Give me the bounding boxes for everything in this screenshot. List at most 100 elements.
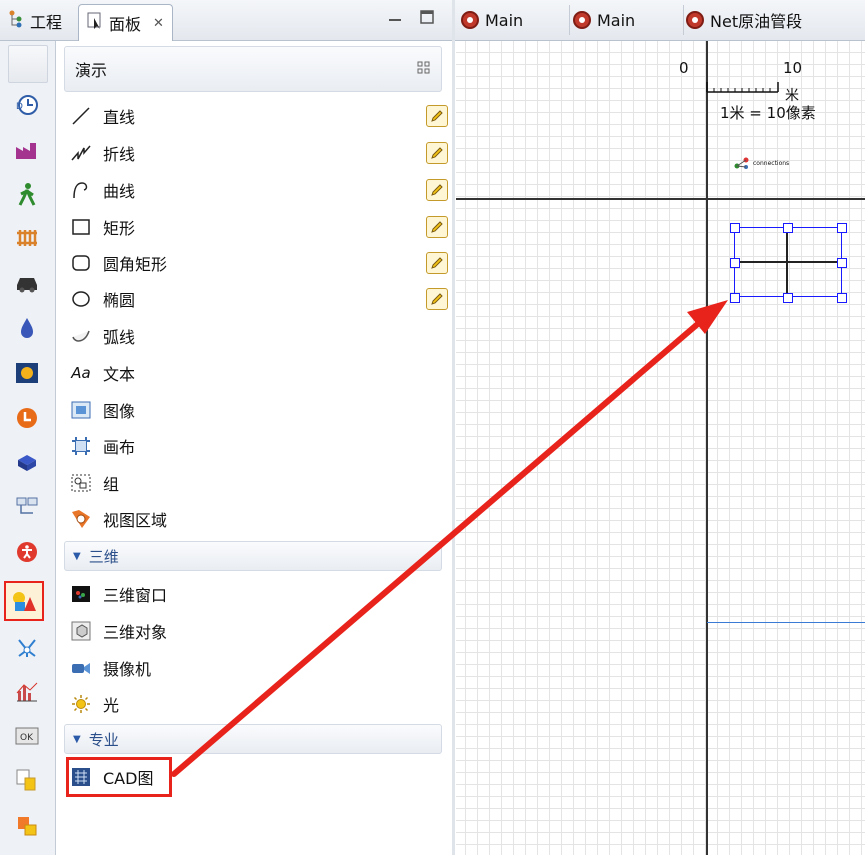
palette-item-line[interactable]: 直线 bbox=[70, 101, 448, 131]
palette-item-label: 圆角矩形 bbox=[103, 255, 168, 274]
pedestrian-library-icon[interactable] bbox=[11, 179, 43, 209]
connections-element[interactable]: connections bbox=[734, 157, 789, 169]
palette-item-view-area[interactable]: 视图区域 bbox=[70, 504, 440, 534]
palette-item-label: 文本 bbox=[103, 365, 136, 384]
tab-project[interactable]: 工程 bbox=[8, 6, 62, 36]
palette-item-label: 画布 bbox=[103, 438, 136, 457]
scale-zero-label: 0 bbox=[679, 59, 689, 77]
pencil-icon[interactable] bbox=[426, 179, 448, 201]
section-3d-header[interactable]: ▼ 三维 bbox=[64, 541, 442, 571]
palette-item-label: 椭圆 bbox=[103, 291, 136, 310]
analysis-library-icon[interactable] bbox=[11, 677, 43, 707]
palette-item-text[interactable]: Aa 文本 bbox=[70, 358, 440, 388]
cad-drawing-selection[interactable] bbox=[734, 227, 842, 297]
agent-library-icon[interactable] bbox=[11, 358, 43, 388]
image-icon bbox=[70, 399, 92, 421]
palette-item-label: 矩形 bbox=[103, 219, 136, 238]
pencil-icon[interactable] bbox=[426, 216, 448, 238]
palette-item-image[interactable]: 图像 bbox=[70, 395, 440, 425]
palette-item-rectangle[interactable]: 矩形 bbox=[70, 212, 448, 242]
grid-view-icon[interactable] bbox=[417, 61, 431, 79]
rail-library-icon[interactable] bbox=[11, 223, 43, 253]
palette-item-label: 三维窗口 bbox=[103, 586, 168, 605]
controls-library-icon[interactable]: OK bbox=[11, 721, 43, 751]
pencil-icon[interactable] bbox=[426, 105, 448, 127]
view-area-icon bbox=[70, 508, 92, 530]
pencil-icon[interactable] bbox=[426, 142, 448, 164]
arc-icon bbox=[70, 325, 92, 347]
cad-horizontal-line bbox=[735, 261, 840, 263]
resize-handle[interactable] bbox=[783, 223, 793, 233]
palette-item-arc[interactable]: 弧线 bbox=[70, 321, 440, 351]
close-icon[interactable]: ✕ bbox=[153, 16, 164, 31]
connectivity-library-icon[interactable] bbox=[11, 492, 43, 522]
resize-handle[interactable] bbox=[837, 258, 847, 268]
system-dynamics-library-icon[interactable] bbox=[11, 448, 43, 478]
section-special-header[interactable]: ▼ 专业 bbox=[64, 724, 442, 754]
pencil-icon[interactable] bbox=[426, 288, 448, 310]
palette-item-3d-window[interactable]: 三维窗口 bbox=[70, 579, 440, 609]
cad-drawing-icon bbox=[70, 766, 92, 788]
resize-handle[interactable] bbox=[837, 293, 847, 303]
editor-tab-main-2[interactable]: Main bbox=[573, 5, 684, 35]
section-special-title: 专业 bbox=[88, 730, 119, 749]
tab-palette[interactable]: 面板 ✕ bbox=[78, 4, 173, 41]
text-icon: Aa bbox=[71, 364, 91, 382]
palette-item-rounded-rectangle[interactable]: 圆角矩形 bbox=[70, 248, 448, 278]
palette-item-curve[interactable]: 曲线 bbox=[70, 175, 448, 205]
svg-text:D: D bbox=[16, 102, 23, 112]
3d-window-icon bbox=[70, 583, 92, 605]
process-modeling-library-icon[interactable]: D bbox=[11, 90, 43, 120]
resize-handle[interactable] bbox=[783, 293, 793, 303]
agent-type-icon bbox=[573, 11, 591, 29]
resize-handle[interactable] bbox=[837, 223, 847, 233]
palette-item-cad-drawing[interactable]: CAD图 bbox=[70, 762, 440, 792]
collapse-arrow-icon: ▼ bbox=[73, 733, 81, 745]
3d-objects-library-icon[interactable] bbox=[11, 811, 43, 841]
palette-item-light[interactable]: 光 bbox=[70, 689, 440, 719]
maximize-icon[interactable] bbox=[420, 10, 434, 24]
presentation-library-icon[interactable] bbox=[4, 581, 44, 621]
palette-item-polyline[interactable]: 折线 bbox=[70, 138, 448, 168]
palette-item-label: 摄像机 bbox=[103, 660, 152, 679]
editor-tab-label: Main bbox=[485, 10, 524, 30]
scale-ruler[interactable] bbox=[706, 79, 786, 95]
palette-item-label: 三维对象 bbox=[103, 623, 168, 642]
palette-item-label: 光 bbox=[103, 696, 120, 715]
agent-type-icon bbox=[686, 11, 704, 29]
palette-item-label: 视图区域 bbox=[103, 511, 168, 530]
factory-library-icon[interactable] bbox=[11, 135, 43, 165]
resize-handle[interactable] bbox=[730, 258, 740, 268]
light-icon bbox=[70, 693, 92, 715]
project-tree-icon bbox=[8, 10, 24, 32]
pencil-icon[interactable] bbox=[426, 252, 448, 274]
collapse-arrow-icon: ▼ bbox=[73, 550, 81, 562]
palette-item-canvas[interactable]: 画布 bbox=[70, 431, 440, 461]
scale-ten-label: 10 bbox=[783, 59, 803, 77]
pictures-library-icon[interactable] bbox=[11, 765, 43, 795]
group-icon bbox=[70, 472, 92, 494]
pane-divider[interactable] bbox=[452, 0, 455, 855]
statechart-library-icon[interactable] bbox=[11, 403, 43, 433]
road-traffic-library-icon[interactable] bbox=[11, 268, 43, 298]
palette-item-3d-object[interactable]: 三维对象 bbox=[70, 616, 440, 646]
category-bar-header bbox=[8, 45, 48, 83]
resize-handle[interactable] bbox=[730, 293, 740, 303]
palette-item-label: CAD图 bbox=[103, 769, 154, 788]
palette-item-camera[interactable]: 摄像机 bbox=[70, 653, 440, 683]
resize-handle[interactable] bbox=[730, 223, 740, 233]
graphical-editor-canvas[interactable]: 0 10 米 1米 = 10像素 connections bbox=[456, 41, 865, 855]
rectangle-icon bbox=[70, 216, 92, 238]
network-library-icon[interactable] bbox=[11, 633, 43, 663]
editor-tab-net-pipeline[interactable]: Net原油管段 bbox=[686, 5, 864, 35]
palette-item-group[interactable]: 组 bbox=[70, 468, 440, 498]
palette-item-label: 组 bbox=[103, 475, 120, 494]
fluid-library-icon[interactable] bbox=[11, 313, 43, 343]
accessibility-library-icon[interactable] bbox=[11, 537, 43, 567]
section-presentation-header[interactable]: 演示 bbox=[64, 46, 442, 92]
camera-icon bbox=[70, 657, 92, 679]
palette-item-label: 折线 bbox=[103, 145, 136, 164]
minimize-icon[interactable] bbox=[388, 10, 402, 24]
editor-tab-main-1[interactable]: Main bbox=[461, 5, 570, 35]
palette-item-oval[interactable]: 椭圆 bbox=[70, 284, 448, 314]
